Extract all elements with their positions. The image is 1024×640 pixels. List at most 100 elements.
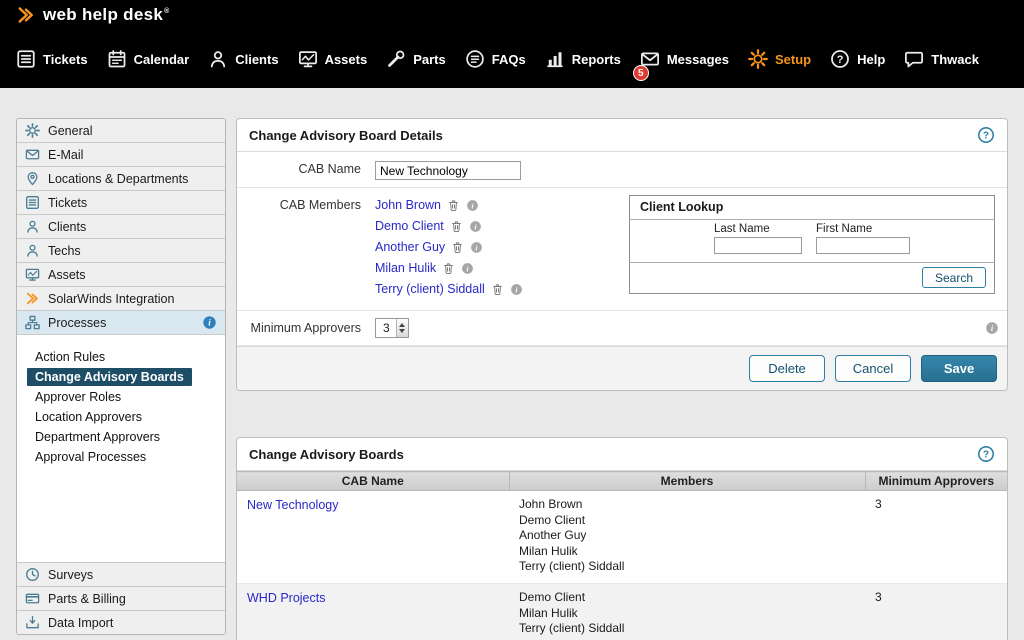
- sidebar-item-solarwinds-integration[interactable]: SolarWinds Integration: [17, 287, 225, 311]
- trash-icon[interactable]: [447, 199, 460, 212]
- nav-item-tickets[interactable]: Tickets: [16, 49, 88, 69]
- nav-item-setup[interactable]: Setup: [748, 49, 811, 69]
- nav-item-label: Messages: [667, 52, 729, 67]
- nav-item-help[interactable]: ?Help: [830, 49, 885, 69]
- cab-member-row: Terry (client) Siddall i: [375, 282, 619, 296]
- cab-name-link[interactable]: WHD Projects: [247, 591, 325, 605]
- sidebar-subitem-change-advisory-boards[interactable]: Change Advisory Boards: [27, 368, 192, 386]
- cab-member-row: Milan Hulik i: [375, 261, 619, 275]
- min-approvers-label: Minimum Approvers: [237, 311, 369, 345]
- min-approvers-cell: 3: [865, 583, 1007, 640]
- top-nav: Tickets Calendar Clients Assets Parts FAQs Rep…: [0, 30, 1024, 88]
- trash-icon[interactable]: [451, 241, 464, 254]
- sidebar-item-label: Parts & Billing: [48, 592, 126, 606]
- search-button[interactable]: Search: [922, 267, 986, 288]
- help-icon[interactable]: ?: [977, 126, 995, 144]
- members-cell: Demo ClientMilan HulikTerry (client) Sid…: [509, 583, 865, 640]
- nav-item-reports[interactable]: Reports: [545, 49, 621, 69]
- info-icon[interactable]: i: [470, 241, 483, 254]
- cab-name-link[interactable]: New Technology: [247, 498, 339, 512]
- min-approvers-row: Minimum Approvers 3 i: [237, 311, 1007, 346]
- cab-member-link[interactable]: Terry (client) Siddall: [375, 282, 485, 296]
- sidebar-item-locations-departments[interactable]: Locations & Departments: [17, 167, 225, 191]
- cab-member-row: Demo Client i: [375, 219, 619, 233]
- cab-name-input[interactable]: [375, 161, 521, 180]
- svg-text:?: ?: [837, 54, 844, 66]
- trash-icon[interactable]: [491, 283, 504, 296]
- sidebar-item-surveys[interactable]: Surveys: [17, 562, 225, 586]
- nav-item-thwack[interactable]: Thwack: [904, 49, 979, 69]
- sidebar-item-label: Locations & Departments: [48, 172, 188, 186]
- messages-badge: 5: [633, 65, 649, 81]
- info-blue-icon[interactable]: i: [202, 315, 217, 330]
- cab-details-header: Change Advisory Board Details ?: [237, 119, 1007, 152]
- member-line: John Brown: [519, 497, 855, 513]
- cab-member-link[interactable]: Milan Hulik: [375, 261, 436, 275]
- info-icon[interactable]: i: [466, 199, 479, 212]
- sidebar-item-techs[interactable]: Techs: [17, 239, 225, 263]
- clients-icon: [25, 219, 40, 234]
- table-row: WHD Projects Demo ClientMilan HulikTerry …: [237, 583, 1007, 640]
- cab-list-header: Change Advisory Boards ?: [237, 438, 1007, 471]
- info-icon[interactable]: i: [510, 283, 523, 296]
- cab-name-cell: New Technology: [237, 491, 509, 584]
- info-icon[interactable]: i: [985, 321, 999, 335]
- sidebar-item-general[interactable]: General: [17, 119, 225, 143]
- sidebar-item-tickets[interactable]: Tickets: [17, 191, 225, 215]
- info-icon[interactable]: i: [469, 220, 482, 233]
- last-name-input[interactable]: [714, 237, 802, 254]
- content-area: General E-Mail Locations & Departments Tick…: [0, 88, 1024, 640]
- members-cell: John BrownDemo ClientAnother GuyMilan Hu…: [509, 491, 865, 584]
- messages-icon-wrap: 5: [640, 49, 660, 69]
- delete-button[interactable]: Delete: [749, 355, 825, 382]
- monitor-icon: [25, 267, 40, 282]
- save-button[interactable]: Save: [921, 355, 997, 382]
- sidebar-subitem-approver-roles[interactable]: Approver Roles: [27, 388, 129, 406]
- nav-item-assets[interactable]: Assets: [298, 49, 368, 69]
- cab-member-link[interactable]: Demo Client: [375, 219, 444, 233]
- nav-item-label: Setup: [775, 52, 811, 67]
- sidebar-item-label: E-Mail: [48, 148, 83, 162]
- sidebar-item-processes[interactable]: Processes i: [17, 311, 225, 335]
- min-approvers-stepper[interactable]: 3: [375, 318, 409, 338]
- cab-member-link[interactable]: Another Guy: [375, 240, 445, 254]
- trash-icon[interactable]: [450, 220, 463, 233]
- nav-item-label: FAQs: [492, 52, 526, 67]
- cancel-button[interactable]: Cancel: [835, 355, 911, 382]
- nav-item-clients[interactable]: Clients: [208, 49, 278, 69]
- setup-gear-icon: [748, 49, 768, 69]
- cab-table: CAB Name Members Minimum Approvers New T…: [237, 471, 1007, 640]
- assets-icon: [298, 49, 318, 69]
- sidebar-item-data-import[interactable]: Data Import: [17, 610, 225, 634]
- sidebar-item-e-mail[interactable]: E-Mail: [17, 143, 225, 167]
- sidebar-subitem-location-approvers[interactable]: Location Approvers: [27, 408, 150, 426]
- cab-member-row: Another Guy i: [375, 240, 619, 254]
- brand-name: web help desk®: [43, 5, 170, 25]
- member-line: Demo Client: [519, 590, 855, 606]
- nav-item-label: Clients: [235, 52, 278, 67]
- location-pin-icon: [25, 171, 40, 186]
- nav-item-parts[interactable]: Parts: [386, 49, 446, 69]
- sidebar-item-label: Techs: [48, 244, 81, 258]
- sidebar-subitem-approval-processes[interactable]: Approval Processes: [27, 448, 154, 466]
- sidebar-subitem-action-rules[interactable]: Action Rules: [27, 348, 113, 366]
- first-name-input[interactable]: [816, 237, 910, 254]
- svg-text:?: ?: [983, 131, 989, 142]
- sidebar-item-clients[interactable]: Clients: [17, 215, 225, 239]
- cab-member-link[interactable]: John Brown: [375, 198, 441, 212]
- sidebar-item-parts-billing[interactable]: Parts & Billing: [17, 586, 225, 610]
- sidebar-item-label: Processes: [48, 316, 106, 330]
- trash-icon[interactable]: [442, 262, 455, 275]
- info-icon[interactable]: i: [461, 262, 474, 275]
- first-name-label: First Name: [816, 223, 910, 235]
- nav-item-calendar[interactable]: Calendar: [107, 49, 190, 69]
- sidebar-item-label: SolarWinds Integration: [48, 292, 174, 306]
- sidebar-item-label: Clients: [48, 220, 86, 234]
- sidebar-item-assets[interactable]: Assets: [17, 263, 225, 287]
- page-title: Change Advisory Board Details: [249, 128, 443, 143]
- nav-item-faqs[interactable]: FAQs: [465, 49, 526, 69]
- nav-item-messages[interactable]: 5 Messages: [640, 49, 729, 69]
- sidebar-item-label: Tickets: [48, 196, 87, 210]
- sidebar-subitem-department-approvers[interactable]: Department Approvers: [27, 428, 168, 446]
- help-icon[interactable]: ?: [977, 445, 995, 463]
